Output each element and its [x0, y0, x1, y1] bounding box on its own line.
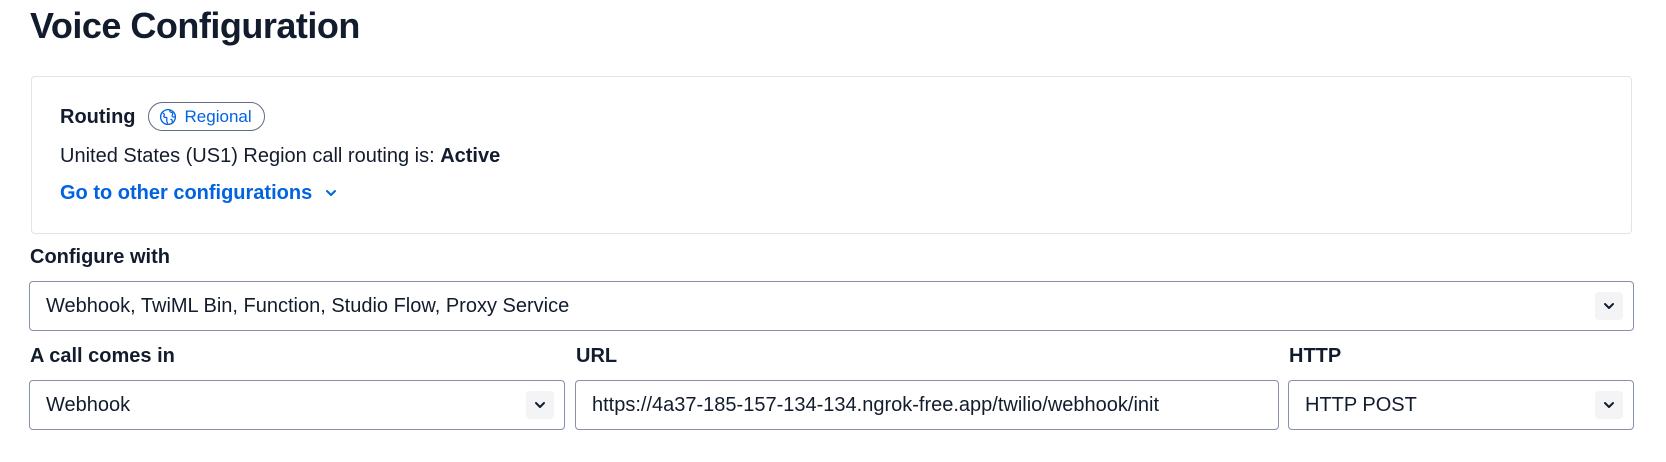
http-method-select[interactable]: HTTP POST: [1288, 380, 1634, 430]
call-comes-in-value: Webhook: [46, 394, 131, 416]
call-comes-in-select[interactable]: Webhook: [29, 380, 565, 430]
configure-with-label: Configure with: [30, 246, 170, 268]
configure-with-value: Webhook, TwiML Bin, Function, Studio Flo…: [46, 295, 570, 317]
chevron-down-icon: [326, 190, 337, 196]
routing-card: Routing Regional United States (US1) Reg…: [31, 76, 1632, 234]
regional-badge: Regional: [147, 102, 265, 131]
http-method-value: HTTP POST: [1305, 394, 1417, 416]
routing-label: Routing: [60, 105, 136, 128]
chevron-down-icon: [1604, 402, 1614, 408]
routing-status-value: Active: [440, 145, 501, 167]
url-value: https://4a37-185-157-134-134.ngrok-free.…: [592, 394, 1160, 416]
url-input[interactable]: https://4a37-185-157-134-134.ngrok-free.…: [575, 380, 1279, 430]
http-method-dropdown-button[interactable]: [1595, 391, 1623, 419]
configure-with-select[interactable]: Webhook, TwiML Bin, Function, Studio Flo…: [29, 281, 1634, 331]
routing-status: United States (US1) Region call routing …: [60, 142, 500, 170]
url-label: URL: [576, 345, 618, 367]
page-title: Voice Configuration: [30, 5, 360, 46]
routing-header: Routing Regional: [60, 102, 265, 131]
voice-configuration-page: Voice Configuration Routing Regional Uni…: [0, 0, 1666, 462]
chevron-down-icon: [535, 402, 545, 408]
http-label: HTTP: [1289, 345, 1342, 367]
call-comes-in-label: A call comes in: [30, 345, 175, 367]
chevron-down-icon: [1604, 303, 1614, 309]
routing-status-text: United States (US1) Region call routing …: [60, 145, 441, 167]
call-comes-in-dropdown-button[interactable]: [526, 391, 554, 419]
other-configurations-link[interactable]: Go to other configurations: [60, 179, 338, 207]
globe-icon: [159, 108, 176, 125]
configure-with-dropdown-button[interactable]: [1595, 292, 1623, 320]
other-configurations-label: Go to other configurations: [60, 182, 313, 204]
regional-badge-label: Regional: [184, 106, 252, 126]
